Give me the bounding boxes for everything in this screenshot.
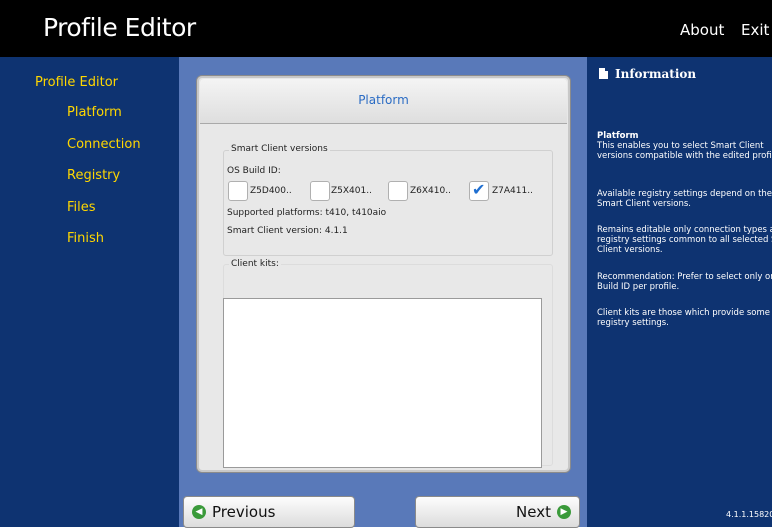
build-label-z5d400: Z5D400.. xyxy=(250,186,292,196)
about-link[interactable]: About xyxy=(680,21,724,39)
next-button-label: Next xyxy=(516,503,551,521)
info-heading-platform: Platform xyxy=(597,131,639,141)
panel-header: Platform xyxy=(200,79,567,124)
arrow-right-icon: ▶ xyxy=(557,505,571,519)
sidebar-item-profile-editor[interactable]: Profile Editor xyxy=(35,75,118,90)
info-paragraph-recommendation: Recommendation: Prefer to select only on… xyxy=(597,272,772,292)
build-checkbox-z6x410[interactable] xyxy=(388,181,408,201)
sidebar-item-connection[interactable]: Connection xyxy=(67,137,141,152)
document-icon xyxy=(599,68,608,79)
sidebar-item-files[interactable]: Files xyxy=(67,200,96,215)
build-label-z6x410: Z6X410.. xyxy=(410,186,451,196)
arrow-left-icon: ◀ xyxy=(192,505,206,519)
next-button[interactable]: Next ▶ xyxy=(415,496,580,528)
information-title: Information xyxy=(615,67,697,81)
sidebar-item-finish[interactable]: Finish xyxy=(67,231,104,246)
smart-client-version-text: Smart Client version: 4.1.1 xyxy=(227,226,348,236)
versions-group-legend: Smart Client versions xyxy=(229,144,330,154)
build-label-z7a411: Z7A411.. xyxy=(492,186,533,196)
info-paragraph-editable: Remains editable only connection types a… xyxy=(597,225,772,255)
build-checkbox-z5x401[interactable] xyxy=(310,181,330,201)
build-checkbox-z7a411[interactable]: ✔ xyxy=(469,180,489,201)
title-bar: Profile Editor About Exit xyxy=(0,0,772,57)
previous-button[interactable]: ◀ Previous xyxy=(183,496,355,528)
build-checkbox-z5d400[interactable] xyxy=(228,181,248,201)
build-label-z5x401: Z5X401.. xyxy=(331,186,372,196)
info-paragraph-client-kits: Client kits are those which provide some… xyxy=(597,308,771,328)
info-paragraph-registry: Available registry settings depend on th… xyxy=(597,189,772,209)
info-paragraph-platform: Platform This enables you to select Smar… xyxy=(597,131,772,161)
information-panel: Information Platform This enables you to… xyxy=(587,57,772,527)
main-area: Platform Smart Client versions OS Build … xyxy=(179,57,587,528)
platform-panel: Platform Smart Client versions OS Build … xyxy=(196,75,571,473)
client-kits-legend: Client kits: xyxy=(229,259,281,269)
checkmark-icon: ✔ xyxy=(472,180,486,199)
sidebar-item-registry[interactable]: Registry xyxy=(67,168,120,183)
sidebar-item-platform[interactable]: Platform xyxy=(67,105,122,120)
sidebar: Profile Editor Platform Connection Regis… xyxy=(0,57,179,527)
version-label: 4.1.1.15820 xyxy=(726,510,772,519)
exit-link[interactable]: Exit xyxy=(741,21,769,39)
previous-button-label: Previous xyxy=(212,503,276,521)
panel-title: Platform xyxy=(358,93,409,107)
supported-platforms-text: Supported platforms: t410, t410aio xyxy=(227,208,387,218)
os-build-label: OS Build ID: xyxy=(227,166,281,176)
app-title: Profile Editor xyxy=(43,13,196,42)
smart-client-versions-group: Smart Client versions OS Build ID: Z5D40… xyxy=(223,144,553,256)
client-kits-list[interactable] xyxy=(223,298,542,468)
